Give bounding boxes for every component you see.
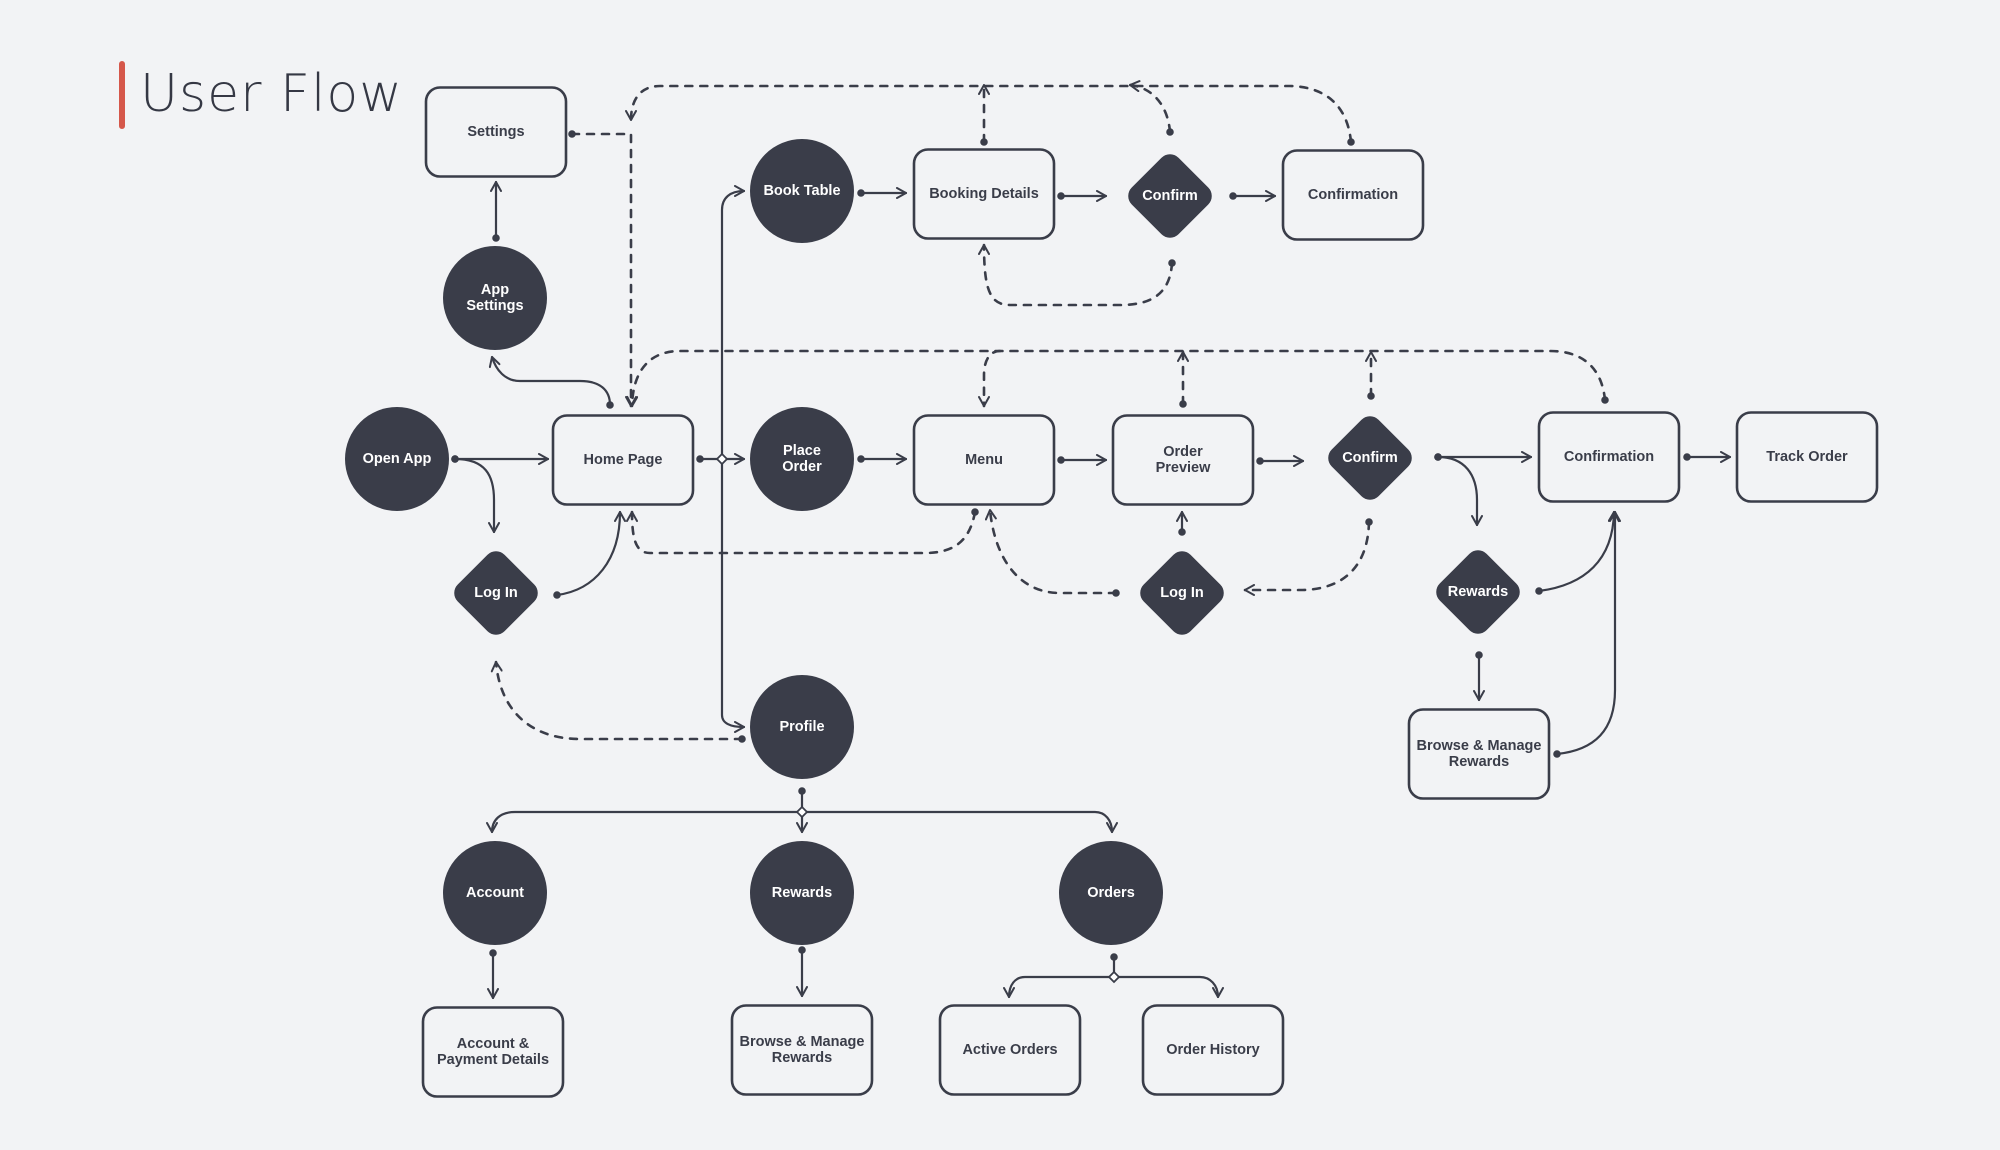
- node-booking-details[interactable]: Booking Details: [912, 148, 1056, 240]
- node-rewards-profile[interactable]: Rewards: [750, 841, 854, 945]
- node-browse-rewards-order[interactable]: Browse & ManageRewards: [1407, 708, 1551, 800]
- node-label: Booking Details: [929, 186, 1039, 202]
- edge-return-to-menu: [978, 349, 1002, 408]
- node-label: Active Orders: [962, 1042, 1057, 1058]
- node-label: Order History: [1166, 1042, 1259, 1058]
- edge-confirmation-booking-to-home-page: [625, 84, 1355, 146]
- edge-log-in-left-to-home-page: [553, 510, 626, 599]
- edge-orders-to-active-orders: [1003, 975, 1116, 999]
- node-label: Order: [1163, 444, 1203, 460]
- node-label: Settings: [466, 298, 523, 314]
- user-flow-diagram: SettingsAppSettingsOpen App Home PageLog …: [345, 80, 1879, 1098]
- edge-profile-to-orders: [798, 808, 1118, 834]
- node-label: Open App: [363, 451, 432, 467]
- edge-home-page-to-profile: [718, 455, 746, 733]
- edge-profile-to-log-in-left: [490, 660, 746, 743]
- node-label: Rewards: [1449, 754, 1509, 770]
- node-label: Orders: [1087, 885, 1135, 901]
- node-label: Confirm: [1142, 188, 1198, 204]
- junction-icon: [1107, 970, 1121, 984]
- node-settings[interactable]: Settings: [424, 86, 568, 178]
- node-account-payment[interactable]: Account &Payment Details: [421, 1006, 565, 1098]
- node-label: Account: [466, 885, 524, 901]
- junction-icon: [795, 805, 809, 819]
- node-label: Track Order: [1766, 449, 1848, 465]
- edge-home-page-to-app-settings: [488, 355, 614, 409]
- edge-settings-to-home-page: [568, 130, 637, 408]
- node-label: Order: [782, 459, 822, 475]
- node-confirmation-booking[interactable]: Confirmation: [1281, 149, 1425, 241]
- node-place-order[interactable]: PlaceOrder: [750, 407, 854, 511]
- node-menu[interactable]: Menu: [912, 414, 1056, 506]
- edge-profile-to-account: [486, 810, 804, 834]
- node-label: Preview: [1156, 460, 1212, 476]
- node-label: App: [481, 282, 509, 298]
- node-open-app[interactable]: Open App: [345, 407, 449, 511]
- node-label: Book Table: [763, 183, 840, 199]
- node-order-history[interactable]: Order History: [1141, 1004, 1285, 1096]
- node-log-in-left[interactable]: Log In: [449, 546, 542, 639]
- edge-confirm-order-to-rewards-decision: [1434, 453, 1483, 527]
- edge-confirm-booking-to-home-page: [1128, 80, 1174, 136]
- node-confirm-order[interactable]: Confirm: [1323, 411, 1416, 504]
- node-account[interactable]: Account: [443, 841, 547, 945]
- node-label: Browse & Manage: [1417, 738, 1542, 754]
- node-label: Payment Details: [437, 1052, 549, 1068]
- edge-menu-to-home-page: [626, 508, 979, 555]
- node-label: Log In: [1160, 585, 1204, 601]
- edge-orders-to-order-history: [1110, 973, 1224, 999]
- node-app-settings[interactable]: AppSettings: [443, 246, 547, 350]
- node-active-orders[interactable]: Active Orders: [938, 1004, 1082, 1096]
- node-label: Account &: [457, 1036, 530, 1052]
- edge-log-in-order-to-menu: [984, 508, 1120, 597]
- node-label: Rewards: [772, 885, 832, 901]
- edge-rewards-decision-to-confirmation-order: [1535, 510, 1620, 595]
- edge-confirm-order-to-log-in-order: [1243, 518, 1373, 596]
- node-profile[interactable]: Profile: [750, 675, 854, 779]
- junction-icon: [715, 452, 729, 466]
- node-label: Home Page: [584, 452, 663, 468]
- node-book-table[interactable]: Book Table: [750, 139, 854, 243]
- node-label: Confirm: [1342, 450, 1398, 466]
- node-label: Menu: [965, 452, 1003, 468]
- node-log-in-order[interactable]: Log In: [1135, 546, 1228, 639]
- node-rewards-decision[interactable]: Rewards: [1431, 545, 1524, 638]
- node-label: Log In: [474, 585, 518, 601]
- edge-home-page-to-book-table: [718, 185, 746, 463]
- edge-open-app-to-log-in-left: [451, 455, 500, 534]
- edge-confirm-booking-to-booking-details: [978, 243, 1176, 307]
- node-label: Browse & Manage: [740, 1034, 865, 1050]
- node-label: Rewards: [772, 1050, 832, 1066]
- edge-confirmation-order-to-home-page: [626, 349, 1609, 408]
- node-confirm-booking[interactable]: Confirm: [1123, 149, 1216, 242]
- node-label: Rewards: [1448, 584, 1508, 600]
- node-label: Settings: [467, 124, 524, 140]
- node-orders[interactable]: Orders: [1059, 841, 1163, 945]
- node-order-preview[interactable]: OrderPreview: [1111, 414, 1255, 506]
- node-confirmation-order[interactable]: Confirmation: [1537, 411, 1681, 503]
- node-home-page[interactable]: Home Page: [551, 414, 695, 506]
- node-label: Confirmation: [1308, 187, 1398, 203]
- node-label: Place: [783, 443, 821, 459]
- node-track-order[interactable]: Track Order: [1735, 411, 1879, 503]
- node-browse-rewards-profile[interactable]: Browse & ManageRewards: [730, 1004, 874, 1096]
- node-label: Profile: [779, 719, 824, 735]
- node-label: Confirmation: [1564, 449, 1654, 465]
